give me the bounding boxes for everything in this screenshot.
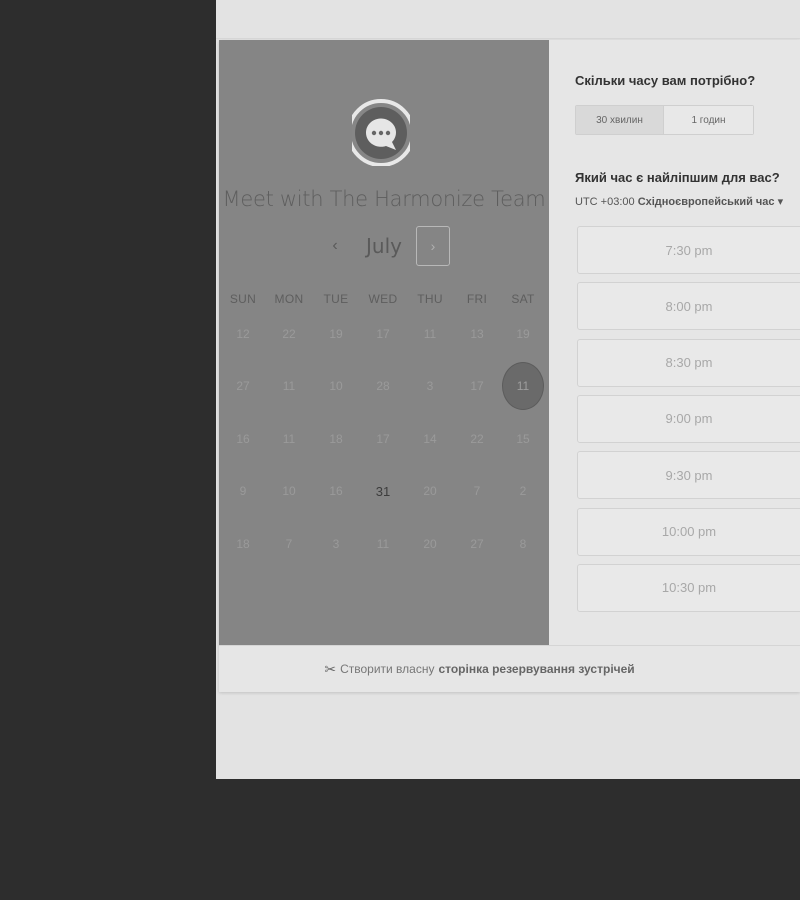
calendar-day: 8 [519,537,527,551]
timezone-selector[interactable]: UTC +03:00 Східноєвропейський час ▾ [575,195,783,208]
calendar-day: 18 [236,537,250,551]
calendar-day: 10 [329,379,343,393]
time-slot-button[interactable]: 9:30 pm [577,451,800,500]
calendar-grid: 12 22 19 17 11 13 19 27 11 10 28 3 17 11 16 11 18 17 14 22 1… [219,40,549,645]
time-slot-button[interactable]: 8:00 pm [577,282,800,331]
time-slot-button[interactable]: 10:00 pm [577,507,800,556]
calendar-panel: Meet with The Harmonize Team ‹ July › SU… [219,40,549,645]
calendar-day: 12 [236,327,250,341]
calendar-day: 7 [473,484,481,498]
timezone-name: Східноєвропейський час [637,196,775,208]
calendar-day: 15 [516,432,530,446]
caret-down-icon: ▾ [777,196,784,208]
calendar-day: 14 [423,432,437,446]
calendar-day: 20 [423,537,437,551]
browser-viewport: Meet with The Harmonize Team ‹ July › SU… [216,0,800,779]
time-slot-button[interactable]: 10:30 pm [577,563,800,612]
calendar-day: 11 [376,537,390,551]
calendar-day: 11 [282,432,296,446]
time-slot-button[interactable]: 7:30 pm [577,226,800,274]
calendar-day: 7 [285,537,293,551]
footer-link[interactable]: ✂ Створити власну сторінка резервування … [219,645,800,692]
calendar-day: 3 [426,379,434,393]
calendar-day: 2 [519,484,527,498]
calendar-day: 22 [470,432,484,446]
booking-widget: Meet with The Harmonize Team ‹ July › SU… [219,40,800,692]
scissors-icon: ✂ [324,660,337,677]
selected-day[interactable]: 11 [502,362,544,410]
time-slot-button[interactable]: 9:00 pm [577,394,800,443]
time-question: Який час є найліпшим для вас? [575,170,780,185]
calendar-day: 19 [329,327,343,341]
calendar-day: 17 [376,432,390,446]
calendar-day: 11 [423,327,437,341]
footer-strong-text: сторінка резервування зустрічей [438,662,635,676]
calendar-day: 17 [470,379,484,393]
footer-text: Створити власну [340,662,435,676]
duration-question: Скільки часу вам потрібно? [575,73,756,88]
duration-60-button[interactable]: 1 годин [664,106,753,134]
calendar-day: 17 [376,327,390,341]
calendar-day: 27 [470,537,484,551]
calendar-day[interactable]: 31 [363,471,403,511]
calendar-day: 13 [470,327,484,341]
calendar-day: 19 [516,327,530,341]
time-slot-button[interactable]: 8:30 pm [577,338,800,387]
calendar-day: 18 [329,432,343,446]
calendar-day: 20 [423,484,437,498]
calendar-day: 28 [376,379,390,393]
timezone-offset: UTC +03:00 [575,196,635,208]
calendar-day: 27 [236,379,250,393]
top-divider [216,38,800,39]
calendar-day: 11 [282,379,296,393]
duration-toggle: 30 хвилин 1 годин [575,105,754,135]
calendar-day: 10 [282,484,296,498]
calendar-day: 22 [282,327,296,341]
duration-30-button[interactable]: 30 хвилин [576,106,664,134]
calendar-day: 16 [236,432,250,446]
calendar-day: 16 [329,484,343,498]
time-selection-panel: Скільки часу вам потрібно? 30 хвилин 1 г… [549,40,800,645]
calendar-day: 3 [332,537,340,551]
calendar-day: 9 [239,484,247,498]
